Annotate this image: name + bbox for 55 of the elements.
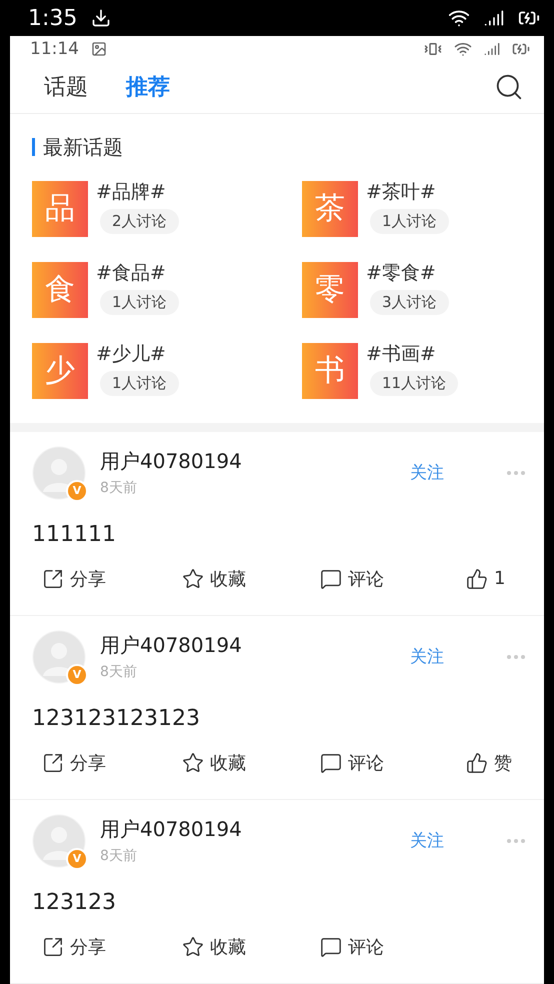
discussion-count: 1人讨论: [100, 370, 179, 396]
username: 用户40780194: [100, 632, 243, 660]
like-button[interactable]: 1: [466, 566, 506, 591]
discussion-count: 1人讨论: [100, 290, 179, 315]
topic-name[interactable]: #少儿#: [96, 342, 166, 365]
share-icon: [42, 752, 64, 774]
tab[interactable]: 话题: [44, 72, 88, 102]
discussion-count: 1人讨论: [370, 208, 449, 234]
collect-button[interactable]: 收藏: [182, 934, 246, 959]
more-icon[interactable]: [506, 838, 526, 844]
discussion-count: 2人讨论: [100, 208, 179, 234]
discussion-count: 11人讨论: [370, 370, 458, 396]
section-title: 最新话题: [43, 134, 123, 161]
topic-name[interactable]: #书画#: [366, 342, 436, 365]
star-icon: [182, 568, 204, 590]
comment-button[interactable]: 评论: [320, 750, 384, 775]
collect-button[interactable]: 收藏: [182, 750, 246, 775]
discussion-count: 3人讨论: [370, 290, 449, 315]
post-text: 123123: [32, 890, 117, 915]
topic-name[interactable]: #茶叶#: [366, 180, 436, 203]
signal-icon: [484, 40, 500, 57]
post-time: 8天前: [100, 847, 138, 866]
post-time: 8天前: [100, 663, 138, 682]
more-icon[interactable]: [506, 470, 526, 476]
share-button[interactable]: 分享: [42, 750, 106, 775]
like-button[interactable]: 赞: [466, 750, 512, 775]
username: 用户40780194: [100, 448, 243, 476]
comment-icon: [320, 936, 342, 958]
comment-icon: [320, 752, 342, 774]
thumbs-up-icon: [466, 752, 488, 774]
star-icon: [182, 936, 204, 958]
tab[interactable]: 推荐: [126, 72, 170, 102]
comment-icon: [320, 568, 342, 590]
thumbs-up-icon: [466, 568, 488, 590]
more-icon[interactable]: [506, 654, 526, 660]
topic-name[interactable]: #品牌#: [96, 180, 166, 203]
share-icon: [42, 568, 64, 590]
status-time: 11:14: [30, 38, 79, 59]
comment-button[interactable]: 评论: [320, 566, 384, 591]
share-icon: [42, 936, 64, 958]
post-text: 111111: [32, 522, 117, 547]
image-icon: [91, 40, 107, 57]
post-time: 8天前: [100, 479, 138, 498]
comment-button[interactable]: 评论: [320, 934, 384, 959]
collect-button[interactable]: 收藏: [182, 566, 246, 591]
download-icon: [91, 8, 112, 28]
topic-name[interactable]: #食品#: [96, 262, 166, 284]
username: 用户40780194: [100, 816, 243, 844]
signal-icon: [484, 8, 504, 28]
share-button[interactable]: 分享: [42, 934, 106, 959]
star-icon: [182, 752, 204, 774]
status-time: 1:35: [28, 6, 78, 30]
post-text: 123123123123: [32, 706, 201, 731]
share-button[interactable]: 分享: [42, 566, 106, 591]
topic-name[interactable]: #零食#: [366, 262, 436, 284]
